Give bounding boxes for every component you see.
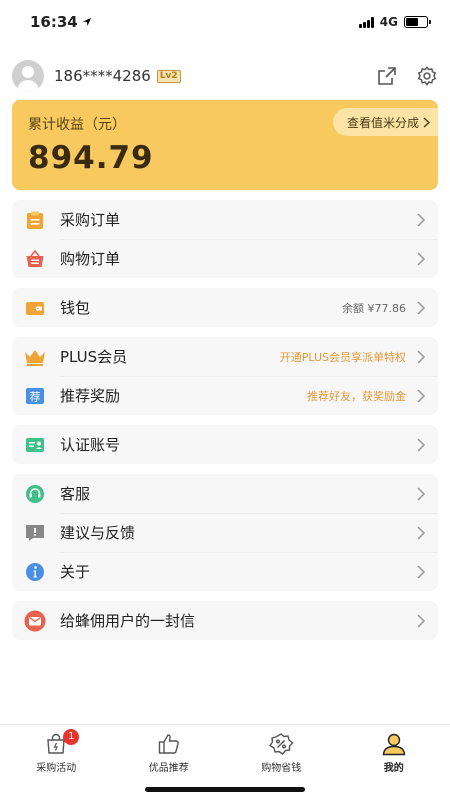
feedback-icon	[24, 522, 46, 544]
menu-label: 推荐奖励	[60, 387, 121, 405]
tab-label: 优品推荐	[148, 763, 189, 774]
view-share-link[interactable]: 查看值米分成	[332, 108, 438, 136]
menu-item-feedback[interactable]: 建议与反馈	[12, 513, 438, 552]
wallet-icon	[24, 297, 46, 319]
earnings-card: 累计收益（元） 894.79 查看值米分成	[12, 100, 438, 190]
level-badge: Lv2	[156, 69, 181, 83]
thumbs-up-icon	[156, 731, 182, 757]
home-indicator	[145, 787, 305, 792]
membership-group: PLUS会员 开通PLUS会员享派单特权 荐 推荐奖励 推荐好友，获奖励金	[12, 337, 438, 415]
wallet-group: 钱包 余额 ¥77.86	[12, 288, 438, 327]
tab-mine[interactable]: 我的	[338, 725, 450, 800]
chevron-right-icon	[417, 437, 426, 452]
info-icon	[24, 561, 46, 583]
tab-purchase-activity[interactable]: 1 采购活动	[0, 725, 113, 800]
menu-label: 给蜂佣用户的一封信	[60, 612, 196, 630]
envelope-icon	[24, 610, 46, 632]
letter-group: 给蜂佣用户的一封信	[12, 601, 438, 640]
chevron-right-icon	[417, 525, 426, 540]
menu-label: 建议与反馈	[60, 524, 136, 542]
shopping-bag-icon: 1	[43, 729, 80, 757]
tab-label: 我的	[383, 763, 404, 774]
chevron-right-icon	[417, 300, 426, 315]
plus-promo-text: 开通PLUS会员享派单特权	[279, 350, 406, 364]
headset-icon	[24, 483, 46, 505]
recommend-icon: 荐	[24, 385, 46, 407]
chevron-right-icon	[417, 212, 426, 227]
menu-item-referral-reward[interactable]: 荐 推荐奖励 推荐好友，获奖励金	[12, 376, 438, 415]
chevron-right-icon	[423, 116, 430, 128]
svg-text:荐: 荐	[30, 390, 41, 403]
menu-item-letter-to-users[interactable]: 给蜂佣用户的一封信	[12, 601, 438, 640]
menu-label: PLUS会员	[60, 348, 128, 366]
notification-badge: 1	[63, 729, 80, 745]
menu-label: 购物订单	[60, 250, 121, 268]
earnings-label: 累计收益（元）	[28, 117, 126, 133]
view-share-label: 查看值米分成	[346, 115, 419, 130]
menu-item-wallet[interactable]: 钱包 余额 ¥77.86	[12, 288, 438, 327]
clock-text: 16:34	[30, 13, 78, 31]
bottom-tab-bar: 1 采购活动 优品推荐 购物省钱 我的	[0, 724, 450, 800]
battery-icon	[404, 16, 431, 28]
clipboard-icon	[24, 209, 46, 231]
menu-label: 关于	[60, 563, 91, 581]
status-bar: 16:34 4G	[0, 0, 450, 44]
chevron-right-icon	[417, 388, 426, 403]
tab-label: 采购活动	[36, 763, 77, 774]
crown-icon	[24, 346, 46, 368]
network-type: 4G	[379, 15, 398, 29]
chevron-right-icon	[417, 486, 426, 501]
signal-icon	[358, 16, 374, 28]
share-icon[interactable]	[376, 65, 398, 87]
chevron-right-icon	[417, 564, 426, 579]
user-phone: 186****4286	[54, 67, 151, 85]
chevron-right-icon	[417, 349, 426, 364]
status-indicators: 4G	[358, 15, 431, 29]
orders-group: 采购订单 购物订单	[12, 200, 438, 278]
user-profile-icon	[381, 731, 407, 757]
settings-gear-icon[interactable]	[416, 65, 438, 87]
status-time: 16:34	[30, 13, 92, 31]
menu-label: 客服	[60, 485, 91, 503]
basket-icon	[24, 248, 46, 270]
chevron-right-icon	[417, 251, 426, 266]
avatar[interactable]	[12, 60, 44, 92]
menu-item-purchase-orders[interactable]: 采购订单	[12, 200, 438, 239]
menu-item-customer-service[interactable]: 客服	[12, 474, 438, 513]
menu-item-about[interactable]: 关于	[12, 552, 438, 591]
id-card-icon	[24, 434, 46, 456]
menu-label: 认证账号	[60, 436, 121, 454]
menu-label: 采购订单	[60, 211, 121, 229]
verify-group: 认证账号	[12, 425, 438, 464]
earnings-value: 894.79	[28, 140, 154, 176]
referral-promo-text: 推荐好友，获奖励金	[307, 389, 406, 403]
menu-item-shopping-orders[interactable]: 购物订单	[12, 239, 438, 278]
tab-label: 购物省钱	[261, 763, 302, 774]
wallet-balance: 余额 ¥77.86	[342, 301, 406, 315]
menu-item-verify-account[interactable]: 认证账号	[12, 425, 438, 464]
location-arrow-icon	[82, 18, 91, 26]
profile-header: 186****4286 Lv2	[0, 52, 450, 100]
menu-label: 钱包	[60, 299, 91, 317]
discount-tag-icon	[268, 731, 294, 757]
chevron-right-icon	[417, 613, 426, 628]
support-group: 客服 建议与反馈 关于	[12, 474, 438, 591]
menu-item-plus-member[interactable]: PLUS会员 开通PLUS会员享派单特权	[12, 337, 438, 376]
